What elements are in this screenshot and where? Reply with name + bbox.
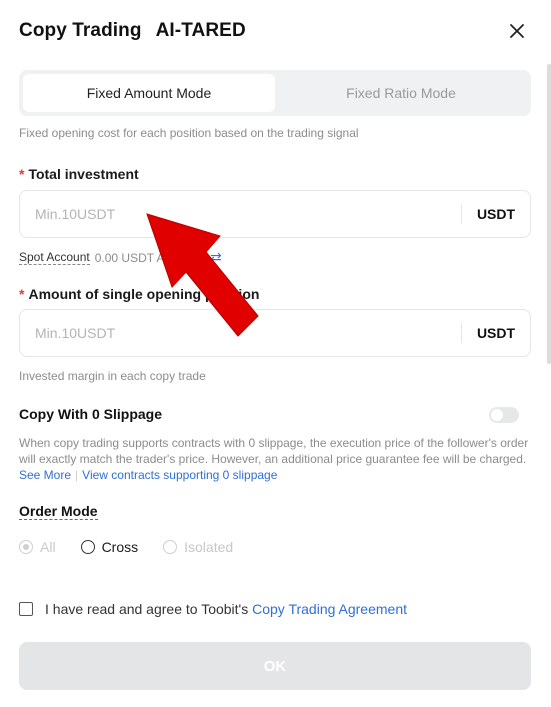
scrollbar[interactable] [547, 64, 551, 364]
slippage-row: Copy With 0 Slippage [19, 406, 531, 426]
required-marker: * [19, 166, 25, 182]
single-position-label: * Amount of single opening position [19, 286, 260, 302]
order-mode-all[interactable]: All [19, 539, 56, 555]
trader-name: AI-TARED [155, 20, 246, 41]
toggle-knob [491, 409, 503, 421]
slippage-label: Copy With 0 Slippage [19, 406, 162, 422]
tab-fixed-ratio-mode[interactable]: Fixed Ratio Mode [275, 74, 527, 112]
single-position-unit: USDT [476, 325, 516, 341]
agreement-checkbox[interactable] [19, 602, 33, 616]
total-investment-label: * Total investment [19, 166, 139, 182]
order-mode-options: All Cross Isolated [19, 539, 258, 555]
total-investment-unit: USDT [476, 206, 516, 222]
dialog-title: Copy Trading AI-TARED [19, 20, 532, 42]
copy-trading-agreement-link[interactable]: Copy Trading Agreement [252, 601, 407, 617]
total-investment-input[interactable] [20, 191, 461, 237]
see-more-link[interactable]: See More [19, 468, 71, 482]
single-position-field: USDT [19, 309, 531, 357]
agreement-row: I have read and agree to Toobit's Copy T… [19, 601, 407, 617]
tab-fixed-amount-mode[interactable]: Fixed Amount Mode [23, 74, 275, 112]
order-mode-label: Order Mode [19, 503, 98, 520]
order-mode-isolated[interactable]: Isolated [163, 539, 233, 555]
link-separator: | [75, 468, 79, 482]
order-mode-cross[interactable]: Cross [80, 539, 138, 555]
total-investment-field: USDT [19, 190, 531, 238]
agreement-text: I have read and agree to Toobit's [45, 601, 249, 617]
slippage-toggle[interactable] [489, 407, 519, 423]
single-position-input[interactable] [20, 310, 461, 356]
available-balance: 0.00 USDT Available [94, 250, 206, 265]
title-text: Copy Trading [19, 20, 142, 41]
view-contracts-link[interactable]: View contracts supporting 0 slippage [82, 468, 277, 482]
spot-account-link[interactable]: Spot Account [19, 250, 90, 265]
account-balance-row: Spot Account 0.00 USDT Available ⇄ [19, 249, 222, 266]
close-icon[interactable] [506, 20, 528, 42]
radio-circle [163, 540, 178, 554]
single-position-hint: Invested margin in each copy trade [19, 369, 206, 383]
slippage-description: When copy trading supports contracts wit… [19, 436, 529, 482]
mode-hint: Fixed opening cost for each position bas… [19, 126, 359, 140]
dialog-header: Copy Trading AI-TARED [19, 20, 532, 46]
required-marker: * [19, 286, 25, 302]
radio-circle [80, 540, 95, 554]
ok-button[interactable]: OK [19, 642, 531, 690]
radio-circle [19, 540, 33, 554]
swap-icon[interactable]: ⇄ [210, 249, 222, 266]
mode-tabs: Fixed Amount Mode Fixed Ratio Mode [19, 70, 531, 116]
